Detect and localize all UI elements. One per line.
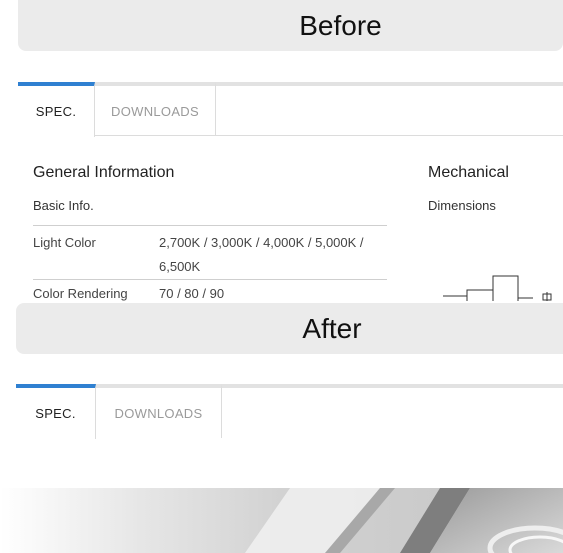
after-label-text: After	[302, 312, 362, 344]
product-photo	[0, 488, 563, 553]
tab-downloads[interactable]: DOWNLOADS	[96, 384, 222, 438]
dimensions-subtitle: Dimensions	[428, 198, 496, 213]
table-row: Color Rendering 70 / 80 / 90	[33, 279, 387, 301]
spec-panel: General Information Basic Info. Light Co…	[33, 158, 563, 301]
tab-spec[interactable]: SPEC.	[16, 384, 96, 439]
tab-downloads-label: DOWNLOADS	[111, 103, 199, 119]
after-tab-bar: SPEC. DOWNLOADS	[16, 384, 563, 439]
comparison-page: Before SPEC. DOWNLOADS General Informati…	[0, 0, 563, 553]
tab-spec[interactable]: SPEC.	[18, 82, 95, 137]
spec-key: Light Color	[33, 235, 96, 250]
spec-value: 2,700K / 3,000K / 4,000K / 5,000K / 6,50…	[159, 235, 364, 274]
product-photo-image	[0, 488, 563, 553]
spec-value: 70 / 80 / 90	[159, 286, 225, 301]
mechanical-title: Mechanical	[428, 164, 509, 181]
tab-spec-label: SPEC.	[35, 104, 77, 119]
spec-key: Color Rendering	[33, 286, 128, 301]
general-information-title: General Information	[33, 164, 175, 181]
tab-spec-label: SPEC.	[35, 406, 76, 421]
table-row: Light Color 2,700K / 3,000K / 4,000K / 5…	[33, 225, 387, 279]
tab-downloads-label: DOWNLOADS	[114, 405, 203, 421]
after-label: After	[16, 303, 563, 354]
tab-downloads[interactable]: DOWNLOADS	[95, 82, 216, 136]
spec-table: Light Color 2,700K / 3,000K / 4,000K / 5…	[33, 225, 387, 301]
dimension-drawing-icon	[443, 275, 552, 301]
before-tab-bar: SPEC. DOWNLOADS	[18, 82, 563, 137]
basic-info-subtitle: Basic Info.	[33, 198, 94, 213]
before-label: Before	[18, 0, 563, 51]
before-label-text: Before	[299, 9, 382, 41]
